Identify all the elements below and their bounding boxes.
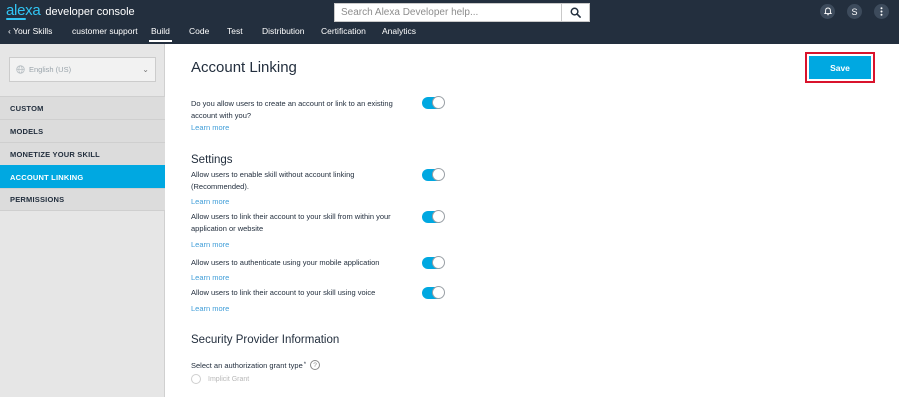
setting-text: Allow users to authenticate using your m… bbox=[191, 258, 380, 267]
toggle-knob bbox=[432, 210, 445, 223]
search-icon bbox=[570, 7, 581, 18]
console-title: developer console bbox=[45, 6, 135, 18]
tab-test[interactable]: Test bbox=[227, 26, 243, 36]
alexa-logo: alexa bbox=[6, 2, 41, 19]
tab-certification[interactable]: Certification bbox=[321, 26, 366, 36]
notifications-button[interactable] bbox=[820, 4, 835, 19]
main-content: Account Linking Save Do you allow users … bbox=[166, 44, 899, 397]
search-button[interactable] bbox=[562, 3, 590, 22]
user-avatar[interactable]: S bbox=[847, 4, 862, 19]
toggle-knob bbox=[432, 96, 445, 109]
tab-distribution[interactable]: Distribution bbox=[262, 26, 305, 36]
alexa-logo-smile bbox=[6, 18, 26, 20]
locale-select[interactable]: English (US) ⌄ bbox=[9, 57, 156, 82]
more-vertical-icon bbox=[880, 7, 883, 16]
back-to-skills-link[interactable]: ‹ Your Skills bbox=[8, 26, 52, 36]
sidebar-item-models[interactable]: MODELS bbox=[0, 119, 165, 142]
security-provider-heading: Security Provider Information bbox=[191, 334, 340, 346]
more-menu-button[interactable] bbox=[874, 4, 889, 19]
account-linking-question: Do you allow users to create an account … bbox=[191, 99, 393, 120]
learn-more-link[interactable]: Learn more bbox=[191, 240, 229, 249]
skill-name[interactable]: customer support bbox=[72, 26, 138, 36]
enable-without-linking-toggle[interactable] bbox=[422, 168, 445, 181]
link-from-app-toggle[interactable] bbox=[422, 210, 445, 223]
locale-value: English (US) bbox=[29, 65, 72, 74]
tab-build[interactable]: Build bbox=[149, 26, 172, 42]
mobile-auth-toggle[interactable] bbox=[422, 256, 445, 269]
setting-text: Allow users to link their account to you… bbox=[191, 288, 376, 297]
setting-text: Allow users to link their account to you… bbox=[191, 212, 391, 233]
sidebar-item-permissions[interactable]: PERMISSIONS bbox=[0, 188, 165, 211]
voice-linking-toggle[interactable] bbox=[422, 286, 445, 299]
sidebar: English (US) ⌄ CUSTOM MODELS MONETIZE YO… bbox=[0, 44, 165, 397]
chevron-down-icon: ⌄ bbox=[142, 65, 149, 74]
grant-option-label: Implicit Grant bbox=[208, 375, 250, 383]
learn-more-link[interactable]: Learn more bbox=[191, 123, 229, 132]
settings-heading: Settings bbox=[191, 154, 233, 166]
learn-more-link[interactable]: Learn more bbox=[191, 197, 229, 206]
globe-icon bbox=[16, 65, 25, 74]
sidebar-item-account-linking[interactable]: ACCOUNT LINKING bbox=[0, 165, 165, 188]
grant-type-label: Select an authorization grant type * ? bbox=[191, 360, 321, 370]
help-icon[interactable]: ? bbox=[310, 360, 321, 370]
sidebar-item-monetize-your-skill[interactable]: MONETIZE YOUR SKILL bbox=[0, 142, 165, 165]
header-actions: S bbox=[820, 4, 889, 19]
toggle-knob bbox=[432, 168, 445, 181]
search-bar bbox=[334, 3, 590, 22]
back-label: Your Skills bbox=[13, 26, 53, 36]
account-linking-toggle[interactable] bbox=[422, 96, 445, 109]
page-title: Account Linking bbox=[191, 59, 297, 76]
save-button[interactable]: Save bbox=[809, 56, 871, 79]
grant-type-label-text: Select an authorization grant type bbox=[191, 360, 303, 370]
grant-option-implicit[interactable]: Implicit Grant bbox=[191, 374, 249, 384]
chevron-left-icon: ‹ bbox=[8, 26, 11, 36]
bell-icon bbox=[823, 7, 832, 16]
tab-code[interactable]: Code bbox=[189, 26, 209, 36]
tab-analytics[interactable]: Analytics bbox=[382, 26, 416, 36]
sidebar-menu: CUSTOM MODELS MONETIZE YOUR SKILL ACCOUN… bbox=[0, 96, 165, 211]
learn-more-link[interactable]: Learn more bbox=[191, 273, 229, 282]
save-button-highlight: Save bbox=[805, 52, 875, 83]
setting-text: Allow users to enable skill without acco… bbox=[191, 170, 355, 191]
required-mark: * bbox=[303, 362, 307, 368]
toggle-knob bbox=[432, 286, 445, 299]
search-input[interactable] bbox=[334, 3, 562, 22]
learn-more-link[interactable]: Learn more bbox=[191, 304, 229, 313]
sidebar-item-custom[interactable]: CUSTOM bbox=[0, 96, 165, 119]
toggle-knob bbox=[432, 256, 445, 269]
top-bar: alexa developer console Search Alexa Dev… bbox=[0, 0, 899, 44]
radio-button[interactable] bbox=[191, 374, 201, 384]
